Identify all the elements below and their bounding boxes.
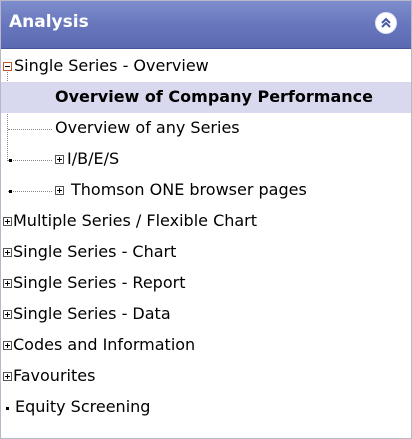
tree-item-overview-company-performance[interactable]: Overview of Company Performance: [1, 82, 411, 113]
panel-title: Analysis: [9, 12, 89, 32]
tree-item-label[interactable]: Single Series - Chart: [13, 242, 176, 262]
tree-item-codes-information[interactable]: Codes and Information: [1, 330, 411, 361]
analysis-panel: Analysis Single Series - Overview Overvi…: [0, 0, 412, 439]
tree-item-label[interactable]: I/B/E/S: [67, 149, 119, 169]
tree-item-label[interactable]: Overview of Company Performance: [55, 87, 373, 107]
expand-toggle-icon[interactable]: [3, 279, 12, 288]
tree-item-multiple-series[interactable]: Multiple Series / Flexible Chart: [1, 206, 411, 237]
expand-toggle-icon[interactable]: [3, 217, 12, 226]
double-chevron-up-icon: [381, 17, 391, 28]
expand-toggle-icon[interactable]: [3, 341, 12, 350]
collapse-button[interactable]: [375, 12, 397, 34]
tree-item-label[interactable]: Multiple Series / Flexible Chart: [13, 211, 257, 231]
panel-header: Analysis: [1, 1, 411, 49]
tree-item-label[interactable]: Single Series - Data: [13, 304, 171, 324]
tree-item-label[interactable]: Thomson ONE browser pages: [71, 180, 307, 200]
tree-item-single-series-chart[interactable]: Single Series - Chart: [1, 237, 411, 268]
tree-item-single-series-overview[interactable]: Single Series - Overview: [1, 51, 411, 82]
bullet-icon: [9, 159, 12, 162]
tree-item-label[interactable]: Overview of any Series: [55, 118, 240, 138]
tree-item-label[interactable]: Equity Screening: [15, 397, 150, 417]
collapse-toggle-icon[interactable]: [3, 62, 12, 71]
tree-item-favourites[interactable]: Favourites: [1, 361, 411, 392]
expand-toggle-icon[interactable]: [3, 372, 12, 381]
tree-item-single-series-report[interactable]: Single Series - Report: [1, 268, 411, 299]
tree-item-label[interactable]: Single Series - Report: [13, 273, 185, 293]
expand-toggle-icon[interactable]: [55, 186, 64, 195]
tree-item-label[interactable]: Favourites: [13, 366, 95, 386]
tree-item-ibes[interactable]: I/B/E/S: [1, 144, 411, 175]
tree-item-equity-screening[interactable]: Equity Screening: [1, 392, 411, 423]
tree-item-overview-any-series[interactable]: Overview of any Series: [1, 113, 411, 144]
expand-toggle-icon[interactable]: [3, 248, 12, 257]
tree-item-thomson-one[interactable]: Thomson ONE browser pages: [1, 175, 411, 206]
bullet-icon: [6, 407, 9, 410]
bullet-icon: [9, 190, 12, 193]
expand-toggle-icon[interactable]: [55, 155, 64, 164]
tree-item-single-series-data[interactable]: Single Series - Data: [1, 299, 411, 330]
expand-toggle-icon[interactable]: [3, 310, 12, 319]
tree-item-label[interactable]: Single Series - Overview: [14, 56, 209, 76]
tree-item-label[interactable]: Codes and Information: [13, 335, 195, 355]
